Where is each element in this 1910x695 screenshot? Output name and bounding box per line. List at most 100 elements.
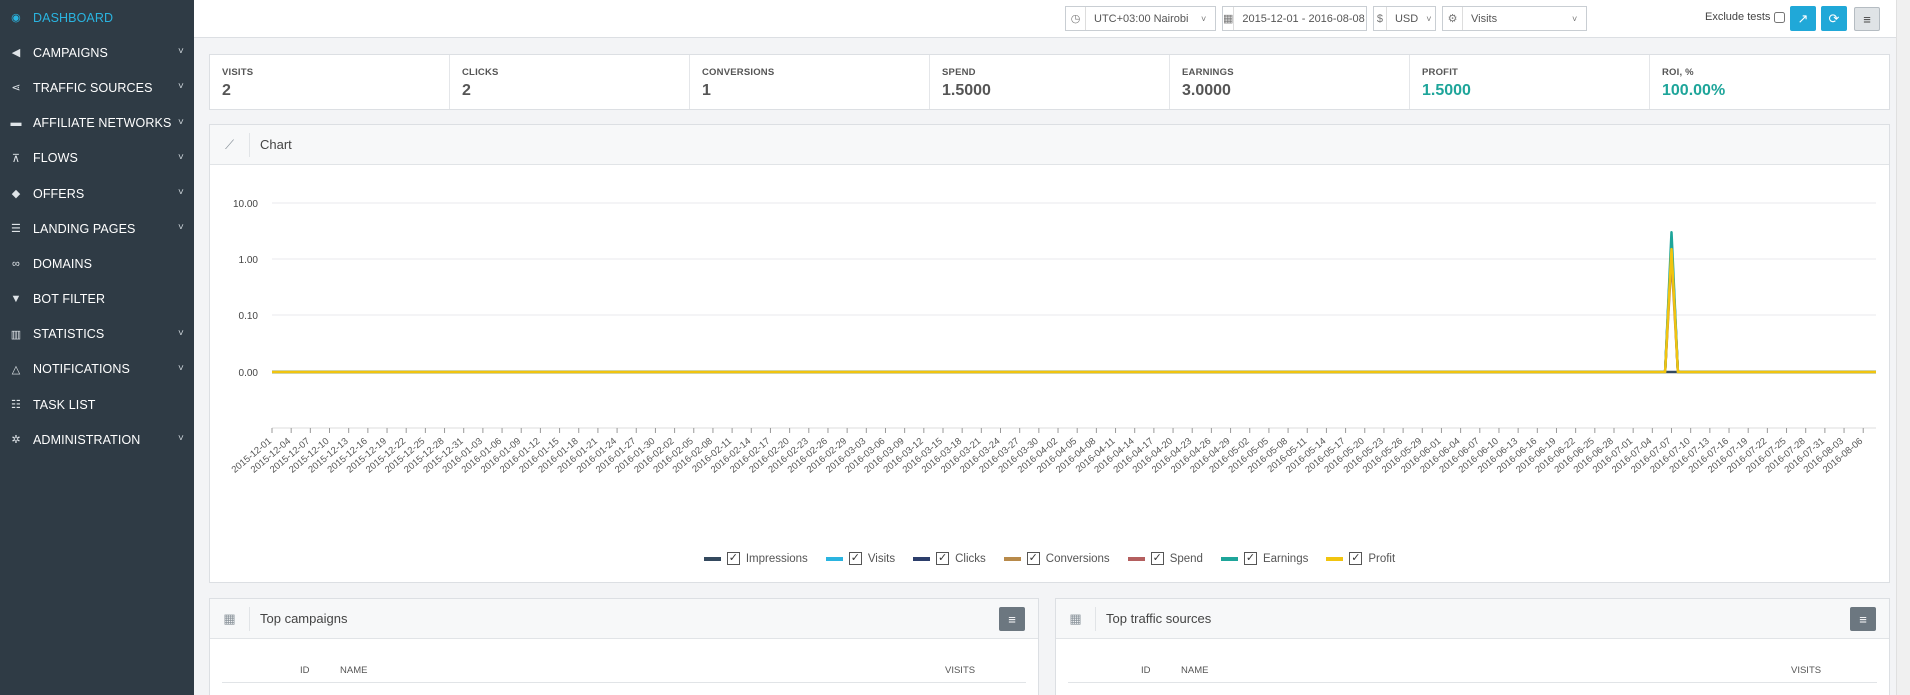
top-toolbar: ◷ UTC+03:00 Nairobi ˅ ▦ 2015-12-01 - 201… <box>194 0 1910 38</box>
sidebar-item-label: TASK LIST <box>33 397 96 412</box>
exclude-tests-checkbox[interactable] <box>1774 11 1786 23</box>
y-tick-label: 0.00 <box>239 368 259 379</box>
legend-label: Visits <box>867 552 896 565</box>
column-header-id[interactable]: ID <box>300 665 310 676</box>
legend-checkbox[interactable]: ✓ <box>936 552 950 565</box>
bell-icon: △ <box>11 363 21 376</box>
top-campaigns-header: ▦ Top campaigns ≡ <box>210 599 1038 639</box>
stat-visits: VISITS 2 <box>210 55 450 109</box>
series-line-visits <box>272 240 1876 374</box>
y-tick-label: 0.10 <box>239 311 259 322</box>
sidebar-item-statistics[interactable]: ▥ STATISTICS ˅ <box>0 317 194 352</box>
sidebar: ◉ DASHBOARD ◀ CAMPAIGNS ˅ ⋖ TRAFFIC SOURCES ˅ ▬ A… <box>0 0 194 695</box>
legend-checkbox[interactable]: ✓ <box>1026 552 1040 565</box>
legend-swatch <box>703 556 721 561</box>
legend-swatch <box>913 556 931 561</box>
column-header-id[interactable]: ID <box>1141 665 1151 676</box>
column-header-name[interactable]: NAME <box>1181 665 1208 676</box>
legend-item-earnings[interactable]: ✓ Earnings <box>1220 552 1309 565</box>
gear-icon: ✲ <box>11 434 21 447</box>
sidebar-item-traffic-sources[interactable]: ⋖ TRAFFIC SOURCES ˅ <box>0 70 194 105</box>
column-header-visits[interactable]: VISITS <box>945 665 975 676</box>
sidebar-item-label: DOMAINS <box>33 256 93 271</box>
sidebar-item-campaigns[interactable]: ◀ CAMPAIGNS ˅ <box>0 35 194 70</box>
calendar-icon: ▦ <box>1223 7 1235 30</box>
chevron-down-icon: ˅ <box>178 327 184 339</box>
table-icon: ▦ <box>210 606 250 631</box>
legend-item-impressions[interactable]: ✓ Impressions <box>703 552 808 565</box>
sidebar-item-bot-filter[interactable]: ▼ BOT FILTER <box>0 282 194 317</box>
series-line-clicks <box>272 240 1876 374</box>
top-campaigns-menu-button[interactable]: ≡ <box>999 607 1025 631</box>
sidebar-item-domains[interactable]: ∞ DOMAINS <box>0 246 194 281</box>
chevron-down-icon: ˅ <box>178 151 184 163</box>
timezone-select[interactable]: ◷ UTC+03:00 Nairobi ˅ <box>1065 6 1216 31</box>
chevron-down-icon: ˅ <box>178 222 184 234</box>
legend-checkbox[interactable]: ✓ <box>1349 552 1363 565</box>
chevron-down-icon: ˅ <box>1572 13 1578 24</box>
legend-item-spend[interactable]: ✓ Spend <box>1127 552 1203 565</box>
page-scrollbar[interactable] <box>1896 0 1910 695</box>
daterange-picker[interactable]: ▦ 2015-12-01 - 2016-08-08 ˅ <box>1222 6 1378 31</box>
sidebar-item-task-list[interactable]: ☷ TASK LIST <box>0 387 194 422</box>
legend-item-visits[interactable]: ✓ Visits <box>825 552 896 565</box>
stat-value: 1.5000 <box>1422 82 1471 99</box>
line-chart-icon: ↗ <box>1797 10 1809 26</box>
sidebar-item-label: DASHBOARD <box>33 10 114 25</box>
stat-label: EARNINGS <box>1182 67 1234 78</box>
stat-label: CLICKS <box>462 67 499 78</box>
table-divider <box>222 682 1026 683</box>
sidebar-item-notifications[interactable]: △ NOTIFICATIONS ˅ <box>0 352 194 387</box>
legend-label: Earnings <box>1262 552 1309 565</box>
legend-label: Impressions <box>745 552 808 565</box>
chevron-down-icon: ˅ <box>178 116 184 128</box>
legend-checkbox[interactable]: ✓ <box>1243 552 1257 565</box>
exclude-tests-toggle[interactable]: Exclude tests <box>1705 11 1786 23</box>
legend-label: Spend <box>1169 552 1203 565</box>
menu-icon: ≡ <box>1859 611 1867 627</box>
stat-value: 2 <box>222 82 231 99</box>
sidebar-item-label: AFFILIATE NETWORKS <box>33 116 172 131</box>
sidebar-item-offers[interactable]: ◆ OFFERS ˅ <box>0 176 194 211</box>
top-traffic-sources-panel: ▦ Top traffic sources ≡ ID NAME VISITS <box>1055 598 1890 695</box>
sidebar-item-label: CAMPAIGNS <box>33 45 108 60</box>
list-icon: ☰ <box>11 223 21 236</box>
chevron-down-icon: ˅ <box>1201 13 1207 24</box>
sidebar-item-affiliate-networks[interactable]: ▬ AFFILIATE NETWORKS ˅ <box>0 106 194 141</box>
stat-value: 2 <box>462 82 471 99</box>
sidebar-item-flows[interactable]: ⊼ FLOWS ˅ <box>0 141 194 176</box>
legend-item-clicks[interactable]: ✓ Clicks <box>913 552 986 565</box>
menu-button[interactable]: ≡ <box>1854 7 1880 31</box>
stat-spend: SPEND 1.5000 <box>930 55 1170 109</box>
top-traffic-sources-menu-button[interactable]: ≡ <box>1850 607 1876 631</box>
stat-value: 1 <box>702 82 711 99</box>
sidebar-item-landing-pages[interactable]: ☰ LANDING PAGES ˅ <box>0 211 194 246</box>
column-header-name[interactable]: NAME <box>340 665 367 676</box>
series-line-spend <box>272 247 1876 374</box>
sidebar-item-administration[interactable]: ✲ ADMINISTRATION ˅ <box>0 422 194 457</box>
chart-panel: ⟋ Chart 10.00 1.00 0.10 0.00 2015-12-01 2015-… <box>209 124 1890 583</box>
chart-toggle-button[interactable]: ↗ <box>1790 6 1816 31</box>
link-icon: ∞ <box>12 257 20 270</box>
legend-item-conversions[interactable]: ✓ Conversions <box>1003 552 1110 565</box>
menu-icon: ≡ <box>1008 611 1016 627</box>
chart-panel-header: ⟋ Chart <box>210 125 1889 165</box>
series-line-profit <box>272 247 1876 374</box>
column-header-visits[interactable]: VISITS <box>1791 665 1821 676</box>
main-content: ◷ UTC+03:00 Nairobi ˅ ▦ 2015-12-01 - 201… <box>194 0 1910 695</box>
currency-value: USD <box>1394 12 1419 25</box>
legend-item-profit[interactable]: ✓ Profit <box>1326 552 1395 565</box>
sidebar-item-dashboard[interactable]: ◉ DASHBOARD <box>0 0 194 35</box>
legend-swatch <box>825 556 843 561</box>
sidebar-item-label: BOT FILTER <box>33 292 106 307</box>
refresh-button[interactable]: ⟳ <box>1821 6 1847 31</box>
legend-checkbox[interactable]: ✓ <box>1150 552 1164 565</box>
currency-select[interactable]: $ USD ˅ <box>1373 6 1436 31</box>
chevron-down-icon: ˅ <box>178 81 184 93</box>
metric-select[interactable]: ⚙ Visits ˅ <box>1442 6 1587 31</box>
timezone-value: UTC+03:00 Nairobi <box>1094 12 1189 25</box>
stat-earnings: EARNINGS 3.0000 <box>1170 55 1410 109</box>
legend-checkbox[interactable]: ✓ <box>848 552 862 565</box>
stat-label: VISITS <box>222 67 254 78</box>
legend-checkbox[interactable]: ✓ <box>726 552 740 565</box>
